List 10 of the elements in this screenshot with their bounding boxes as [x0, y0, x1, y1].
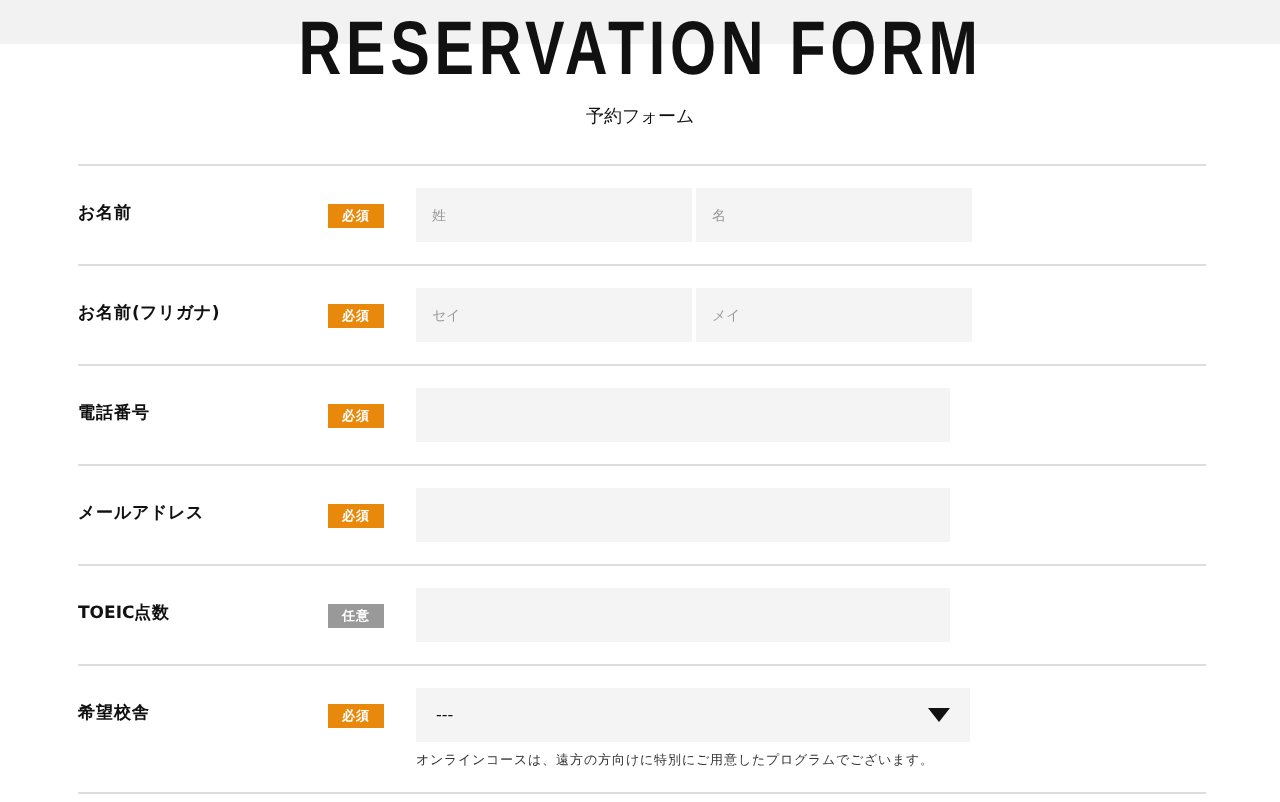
field-label: メールアドレス [78, 502, 206, 528]
field-label: 希望校舎 [78, 701, 152, 728]
field-label: お名前(フリガナ) [78, 302, 222, 328]
field-label: 電話番号 [78, 401, 152, 428]
select-field[interactable]: --- [416, 688, 970, 742]
field-label: お名前 [78, 202, 134, 228]
field-label: TOEIC点数 [78, 601, 173, 628]
form-title: RESERVATION FORM [297, 8, 983, 92]
caret-icon [928, 708, 950, 722]
form-subtitle: 予約フォーム [584, 105, 696, 130]
